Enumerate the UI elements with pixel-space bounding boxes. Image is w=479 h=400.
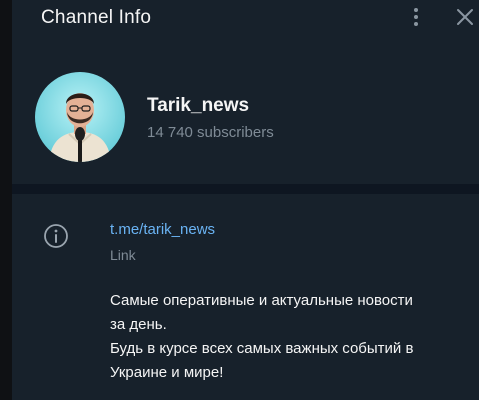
channel-description: Самые оперативные и актуальные новости з… bbox=[110, 289, 470, 385]
link-caption: Link bbox=[110, 247, 136, 263]
background-strip bbox=[0, 0, 12, 400]
description-line: Самые оперативные и актуальные новости bbox=[110, 292, 413, 309]
info-icon bbox=[42, 222, 70, 250]
avatar[interactable] bbox=[35, 72, 125, 162]
description-line: Украине и мире! bbox=[110, 364, 224, 381]
panel-title: Channel Info bbox=[41, 7, 152, 28]
close-icon[interactable] bbox=[453, 5, 477, 29]
description-line: за день. bbox=[110, 316, 167, 333]
description-line: Будь в курсе всех самых важных событий в bbox=[110, 340, 414, 357]
profile-section: Tarik_news 14 740 subscribers bbox=[12, 40, 479, 184]
channel-link[interactable]: t.me/tarik_news bbox=[110, 221, 215, 238]
panel-header: Channel Info bbox=[12, 0, 479, 40]
more-vertical-icon[interactable] bbox=[404, 5, 428, 29]
section-divider bbox=[12, 184, 479, 194]
subscriber-count: 14 740 subscribers bbox=[147, 124, 274, 141]
channel-info-panel: Channel Info Tarik_news 14 740 subscribe… bbox=[12, 0, 479, 400]
channel-name: Tarik_news bbox=[147, 95, 250, 116]
info-section: t.me/tarik_news Link Самые оперативные и… bbox=[12, 194, 479, 400]
